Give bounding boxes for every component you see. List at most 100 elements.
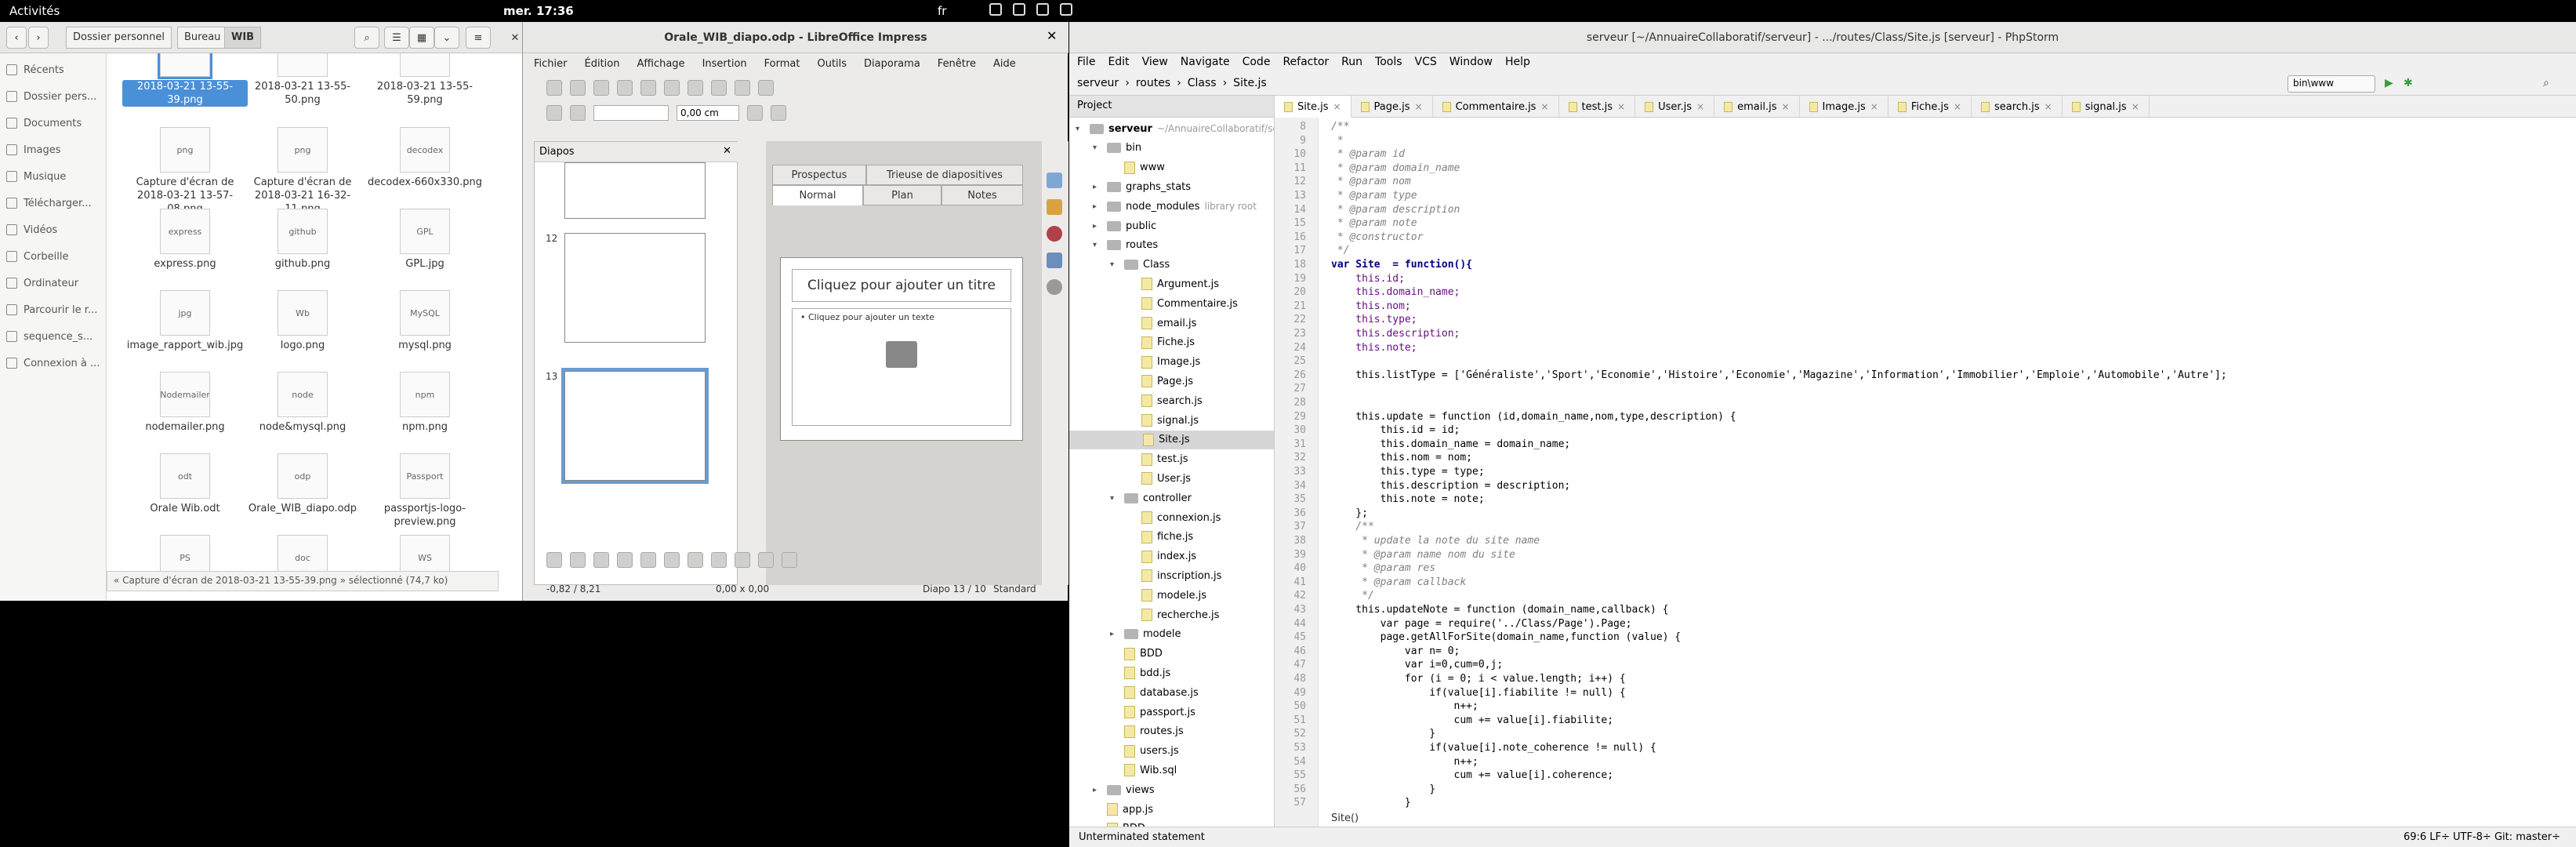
menu-code[interactable]: Code (1243, 56, 1271, 70)
file-item[interactable]: MySQL mysql.png (362, 290, 488, 352)
tree-folder[interactable]: ▸ node_modules library root (1093, 197, 1257, 216)
menu-window[interactable]: Window (1449, 56, 1493, 70)
menu-fenetre[interactable]: Fenêtre (938, 58, 976, 70)
status-info[interactable]: 69:6 LF÷ UTF-8÷ Git: master÷ (2404, 831, 2560, 843)
tree-folder[interactable]: ▸ modele (1110, 625, 1181, 644)
tree-file[interactable]: BDD (1093, 820, 1145, 827)
curve-icon[interactable] (688, 552, 703, 568)
sidebar-item-videos[interactable]: Vidéos (6, 220, 105, 240)
sidebar-item-computer[interactable]: Ordinateur (6, 273, 105, 293)
file-item[interactable]: 2018-03-21 13-55-50.png (240, 53, 365, 107)
file-item[interactable]: npm npm.png (362, 372, 488, 434)
editor-tab[interactable]: Image.js × (1800, 96, 1888, 118)
tree-file[interactable]: inscription.js (1127, 566, 1221, 585)
tree-folder[interactable]: ▸ graphs_stats (1093, 177, 1191, 196)
menu-edit[interactable]: Edit (1108, 56, 1129, 70)
tree-folder[interactable]: ▾ bin (1093, 139, 1141, 158)
editor-tab[interactable]: Page.js × (1351, 96, 1433, 118)
tab-trieuse[interactable]: Trieuse de diapositives (866, 165, 1023, 185)
sidebar-item-network[interactable]: Parcourir le r... (6, 300, 105, 320)
rectangle-icon[interactable] (617, 552, 633, 568)
chevron-right-icon[interactable]: ▸ (1110, 630, 1119, 638)
tree-file[interactable]: Site.js (1069, 430, 1274, 449)
file-item[interactable]: odp Orale_WIB_diapo.odp (240, 453, 365, 515)
breadcrumb-home[interactable]: Dossier personnel (66, 27, 172, 49)
chevron-down-icon[interactable]: ▾ (1076, 125, 1085, 133)
navigator-icon[interactable] (1047, 279, 1062, 295)
clock[interactable]: mer. 17:36 (503, 4, 574, 18)
slide-thumbnail-13[interactable] (561, 368, 709, 484)
connector-icon[interactable] (711, 552, 727, 568)
tree-file[interactable]: fiche.js (1127, 528, 1193, 547)
file-item[interactable]: odt Orale Wib.odt (122, 453, 248, 515)
paste-icon[interactable] (711, 80, 727, 96)
line-color-icon[interactable] (747, 105, 763, 121)
editor-tab[interactable]: Fiche.js × (1888, 96, 1972, 118)
close-icon[interactable]: ✕ (723, 145, 731, 157)
forward-button[interactable]: › (28, 27, 49, 49)
editor-tab[interactable]: User.js × (1635, 96, 1715, 118)
menu-file[interactable]: File (1077, 56, 1095, 70)
pdf-icon[interactable] (617, 80, 633, 96)
breadcrumb-bureau[interactable]: Bureau (177, 27, 228, 49)
line-width-field[interactable]: 0,00 cm (677, 105, 739, 121)
tree-file[interactable]: Wib.sql (1110, 761, 1177, 780)
close-icon[interactable]: × (2044, 101, 2052, 112)
title-placeholder[interactable]: Cliquez pour ajouter un titre (792, 269, 1011, 302)
copy-icon[interactable] (688, 80, 703, 96)
menu-refactor[interactable]: Refactor (1283, 56, 1329, 70)
tree-file[interactable]: BDD (1110, 645, 1163, 663)
menu-affichage[interactable]: Affichage (637, 58, 684, 70)
cut-icon[interactable] (664, 80, 680, 96)
tree-file[interactable]: routes.js (1110, 722, 1184, 741)
close-icon[interactable]: × (1333, 101, 1341, 112)
close-icon[interactable]: × (1617, 101, 1625, 112)
tab-plan[interactable]: Plan (863, 185, 942, 205)
new-icon[interactable] (546, 80, 562, 96)
tree-file[interactable]: modele.js (1127, 586, 1206, 605)
menu-icon[interactable]: ≡ (466, 27, 491, 49)
tree-file[interactable]: database.js (1110, 683, 1199, 702)
editor-tab[interactable]: search.js × (1972, 96, 2063, 118)
chevron-down-icon[interactable]: ▾ (1093, 144, 1102, 152)
file-item[interactable]: 2018-03-21 13-55-39.png (122, 53, 248, 107)
tree-file[interactable]: www (1110, 158, 1165, 177)
language-indicator[interactable]: fr (938, 4, 946, 18)
file-item[interactable]: 2018-03-21 13-55-59.png (362, 53, 488, 107)
menu-tools[interactable]: Tools (1375, 56, 1402, 70)
line-icon[interactable] (570, 552, 586, 568)
menu-aide[interactable]: Aide (993, 58, 1016, 70)
menu-view[interactable]: View (1142, 56, 1168, 70)
tree-file[interactable]: app.js (1093, 800, 1153, 819)
menu-fichier[interactable]: Fichier (534, 58, 568, 70)
code-editor[interactable]: 8 9 10 11 12 13 14 15 16 17 18 19 20 21 22 23 24 25 26 27 28… (1275, 118, 2576, 827)
file-item[interactable]: node node&mysql.png (240, 372, 365, 434)
tree-file[interactable]: users.js (1110, 742, 1179, 761)
arrow-style-icon[interactable] (570, 105, 586, 121)
tree-file[interactable]: Argument.js (1127, 274, 1219, 293)
chevron-down-icon[interactable]: ▾ (1110, 260, 1119, 269)
file-item[interactable]: express express.png (122, 209, 248, 271)
tab-notes[interactable]: Notes (942, 185, 1023, 205)
menu-navigate[interactable]: Navigate (1181, 56, 1230, 70)
undo-icon[interactable] (735, 80, 750, 96)
tree-file[interactable]: Page.js (1127, 372, 1193, 391)
text-icon[interactable] (664, 552, 680, 568)
chevron-right-icon[interactable]: ▸ (1093, 202, 1102, 211)
close-icon[interactable]: × (1781, 101, 1789, 112)
run-icon[interactable]: ▶ (2385, 77, 2393, 89)
transition-icon[interactable] (1047, 199, 1062, 215)
project-label[interactable]: Project (1077, 100, 1112, 111)
slide-thumbnail-12[interactable] (564, 233, 706, 343)
tree-file[interactable]: passport.js (1110, 703, 1195, 722)
smiley-icon[interactable] (758, 552, 774, 568)
tree-file[interactable]: recherche.js (1127, 605, 1219, 624)
close-icon[interactable]: × (1415, 101, 1423, 112)
chevron-right-icon[interactable]: ▸ (1093, 786, 1102, 794)
menu-outils[interactable]: Outils (817, 58, 847, 70)
tree-file[interactable]: signal.js (1127, 411, 1199, 430)
chevron-right-icon[interactable]: ▸ (1093, 183, 1102, 191)
current-slide[interactable]: Cliquez pour ajouter un titre • Cliquez … (780, 257, 1023, 441)
tree-folder[interactable]: ▾ Class (1110, 256, 1170, 274)
sidebar-item-sequence[interactable]: sequence_s... (6, 326, 105, 347)
